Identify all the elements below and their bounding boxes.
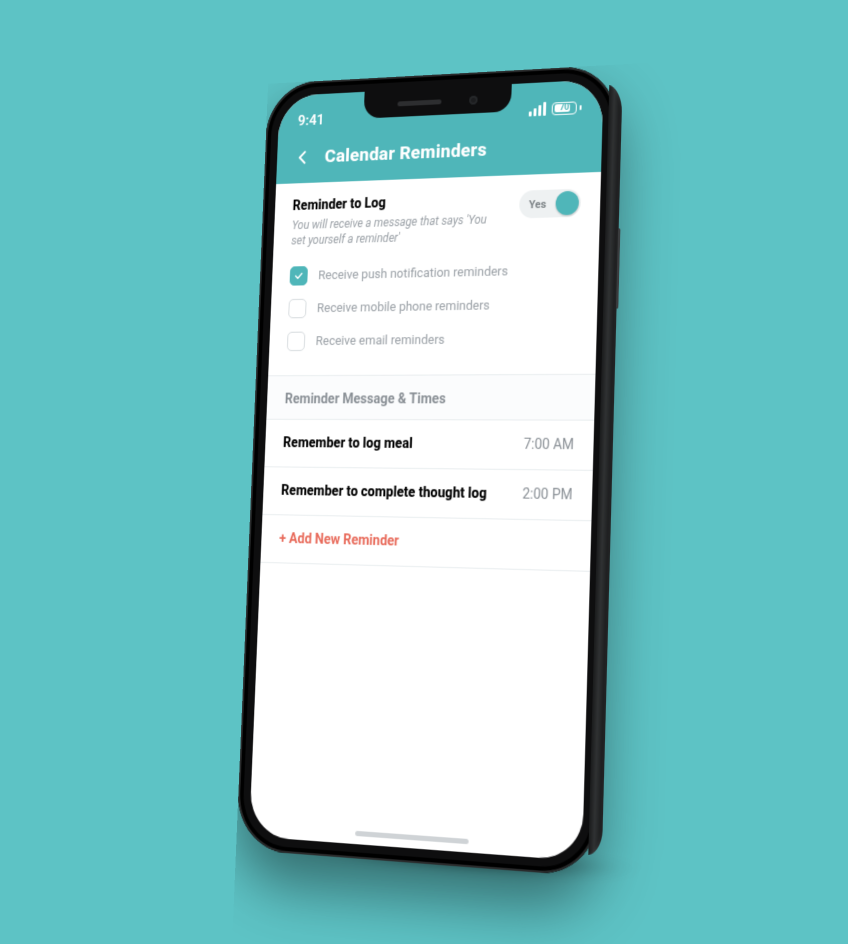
content: Reminder to Log You will receive a messa… <box>260 172 601 572</box>
back-button[interactable] <box>293 146 313 168</box>
add-new-reminder-button[interactable]: + Add New Reminder <box>260 515 591 572</box>
reminder-row[interactable]: Remember to log meal 7:00 AM <box>264 420 594 471</box>
checkbox-box <box>287 332 306 351</box>
page-title: Calendar Reminders <box>324 138 487 167</box>
side-button-icon <box>616 228 621 309</box>
reminder-channel-checks: Receive push notification reminders Rece… <box>268 245 599 376</box>
speaker-icon <box>397 99 441 106</box>
reminder-to-log-title: Reminder to Log <box>292 192 493 214</box>
checkbox-box <box>289 266 307 286</box>
reminder-times-header: Reminder Message & Times <box>266 374 595 421</box>
reminder-to-log-description: You will receive a message that says 'Yo… <box>291 211 493 248</box>
reminder-time: 7:00 AM <box>523 437 574 454</box>
reminder-to-log-section: Reminder to Log You will receive a messa… <box>273 172 601 253</box>
checkbox-label: Receive push notification reminders <box>318 264 508 283</box>
toggle-label: Yes <box>529 197 547 210</box>
toggle-knob-icon <box>555 191 579 216</box>
reminder-to-log-toggle[interactable]: Yes <box>519 189 581 219</box>
checkbox-box <box>288 299 307 319</box>
phone-screen: 9:41 70 Calendar Reminders <box>249 79 603 861</box>
check-icon <box>293 270 304 282</box>
reminder-row[interactable]: Remember to complete thought log 2:00 PM <box>262 468 592 522</box>
arrow-left-icon <box>293 147 311 167</box>
phone-frame: 9:41 70 Calendar Reminders <box>236 65 618 877</box>
reminder-time: 2:00 PM <box>522 487 573 504</box>
signal-icon <box>529 102 547 117</box>
camera-icon <box>469 95 478 104</box>
battery-icon: 70 <box>552 101 582 115</box>
checkbox-push[interactable]: Receive push notification reminders <box>289 253 579 293</box>
checkbox-label: Receive email reminders <box>315 333 445 349</box>
home-indicator-icon <box>355 831 469 844</box>
checkbox-email[interactable]: Receive email reminders <box>287 322 578 359</box>
reminder-name: Remember to complete thought log <box>281 483 487 502</box>
status-right: 70 <box>529 100 582 116</box>
reminder-name: Remember to log meal <box>283 436 413 453</box>
status-time: 9:41 <box>298 111 325 129</box>
phone-mockup: 9:41 70 Calendar Reminders <box>236 65 618 877</box>
battery-level: 70 <box>559 103 569 112</box>
checkbox-phone[interactable]: Receive mobile phone reminders <box>288 287 579 325</box>
checkbox-label: Receive mobile phone reminders <box>317 298 490 315</box>
